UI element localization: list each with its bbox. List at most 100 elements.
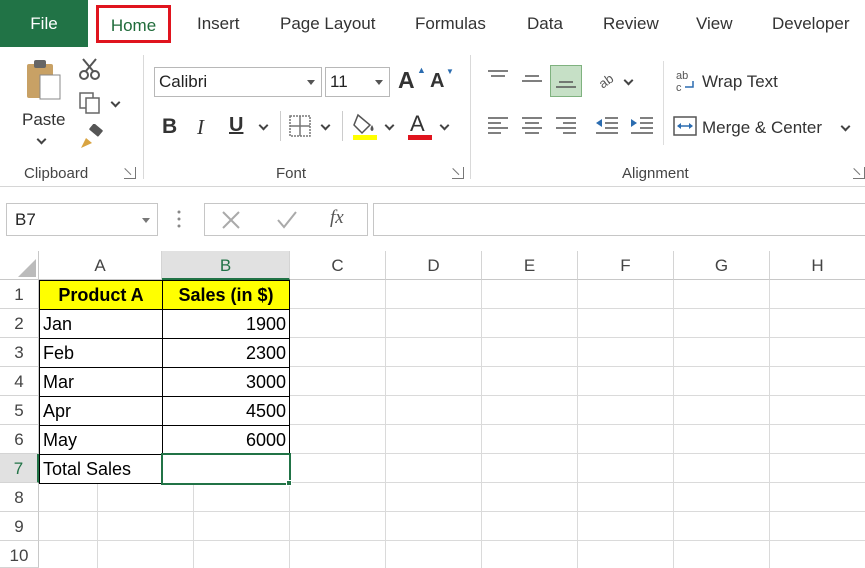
- tab-view[interactable]: View: [696, 0, 733, 47]
- bold-button[interactable]: B: [162, 115, 177, 139]
- wrap-text-icon[interactable]: ab c: [675, 69, 697, 94]
- underline-button[interactable]: U: [229, 114, 243, 137]
- tab-insert[interactable]: Insert: [197, 0, 240, 47]
- cell-b5[interactable]: 4500: [162, 396, 290, 426]
- font-size-combo[interactable]: 11: [325, 67, 390, 97]
- column-header-f[interactable]: F: [578, 251, 674, 280]
- row-header-4[interactable]: 4: [0, 367, 39, 396]
- chevron-down-icon: [142, 218, 150, 223]
- font-color-dropdown-icon[interactable]: [439, 120, 450, 131]
- tab-page-layout[interactable]: Page Layout: [280, 0, 375, 47]
- grip-icon[interactable]: [177, 208, 181, 230]
- cut-icon[interactable]: [78, 57, 102, 81]
- row-header-7[interactable]: 7: [0, 454, 39, 483]
- divider: [663, 61, 664, 145]
- copy-icon[interactable]: [78, 91, 102, 115]
- row-header-2[interactable]: 2: [0, 309, 39, 338]
- alignment-launcher-icon[interactable]: [853, 167, 865, 179]
- tab-review[interactable]: Review: [603, 0, 659, 47]
- cell-b6[interactable]: 6000: [162, 425, 290, 455]
- cell-a4[interactable]: Mar: [39, 367, 163, 397]
- copy-dropdown-icon[interactable]: [110, 97, 121, 108]
- column-header-e[interactable]: E: [482, 251, 578, 280]
- row-header-1[interactable]: 1: [0, 280, 39, 309]
- format-painter-icon[interactable]: [78, 123, 104, 150]
- merge-center-button[interactable]: Merge & Center: [702, 118, 822, 138]
- paste-dropdown-icon[interactable]: [36, 134, 47, 145]
- bottom-align-icon[interactable]: [550, 65, 582, 97]
- cancel-icon[interactable]: [221, 210, 241, 230]
- chevron-down-icon: [307, 80, 315, 85]
- row-header-5[interactable]: 5: [0, 396, 39, 425]
- font-name-combo[interactable]: Calibri: [154, 67, 322, 97]
- align-right-icon[interactable]: [555, 115, 577, 137]
- merge-center-dropdown-icon[interactable]: [840, 121, 851, 132]
- column-header-c[interactable]: C: [290, 251, 386, 280]
- divider: [342, 111, 343, 141]
- group-separator: [470, 55, 471, 179]
- shrink-font-icon[interactable]: A: [430, 70, 444, 93]
- name-box-value: B7: [15, 210, 36, 229]
- grow-font-icon[interactable]: A: [398, 67, 415, 94]
- enter-icon[interactable]: [276, 210, 298, 230]
- alignment-group-label: Alignment: [622, 165, 689, 182]
- cell-a3[interactable]: Feb: [39, 338, 163, 368]
- cell-a1[interactable]: Product A: [39, 280, 163, 310]
- row-header-3[interactable]: 3: [0, 338, 39, 367]
- increase-indent-icon[interactable]: [630, 115, 654, 137]
- fill-color-dropdown-icon[interactable]: [384, 120, 395, 131]
- italic-button[interactable]: I: [197, 115, 204, 140]
- font-color-icon[interactable]: A: [410, 111, 425, 137]
- wrap-text-button[interactable]: Wrap Text: [702, 72, 778, 92]
- paste-label[interactable]: Paste: [22, 110, 65, 130]
- row-header-10[interactable]: 10: [0, 541, 39, 568]
- paste-icon[interactable]: [24, 57, 64, 103]
- row-header-6[interactable]: 6: [0, 425, 39, 454]
- cell-b2[interactable]: 1900: [162, 309, 290, 339]
- svg-text:ab: ab: [676, 70, 688, 82]
- cell-b1[interactable]: Sales (in $): [162, 280, 290, 310]
- orientation-dropdown-icon[interactable]: [623, 75, 634, 86]
- decrease-indent-icon[interactable]: [595, 115, 619, 137]
- tab-developer[interactable]: Developer: [772, 0, 850, 47]
- name-box[interactable]: B7: [6, 203, 158, 236]
- cell-a5[interactable]: Apr: [39, 396, 163, 426]
- underline-dropdown-icon[interactable]: [258, 120, 269, 131]
- top-align-icon[interactable]: [487, 69, 509, 83]
- group-separator: [143, 55, 144, 179]
- orientation-icon[interactable]: ab: [596, 69, 622, 92]
- select-all-corner[interactable]: [0, 251, 39, 280]
- cell-b4[interactable]: 3000: [162, 367, 290, 397]
- cell-b3[interactable]: 2300: [162, 338, 290, 368]
- fill-color-icon[interactable]: [352, 111, 378, 141]
- svg-text:ab: ab: [598, 71, 616, 89]
- shrink-arrow-icon: ▼: [446, 67, 454, 76]
- tab-home[interactable]: Home: [96, 5, 171, 43]
- column-header-d[interactable]: D: [386, 251, 482, 280]
- fill-handle[interactable]: [286, 480, 292, 486]
- cell-a7[interactable]: Total Sales: [39, 454, 163, 484]
- align-left-icon[interactable]: [487, 115, 509, 137]
- formula-input[interactable]: [373, 203, 865, 236]
- cell-a6[interactable]: May: [39, 425, 163, 455]
- tab-formulas[interactable]: Formulas: [415, 0, 486, 47]
- align-center-icon[interactable]: [521, 115, 543, 137]
- row-header-9[interactable]: 9: [0, 512, 39, 541]
- column-header-a[interactable]: A: [39, 251, 162, 280]
- tab-file[interactable]: File: [0, 0, 88, 47]
- column-header-h[interactable]: H: [770, 251, 865, 280]
- borders-icon[interactable]: [289, 115, 311, 137]
- merge-center-icon[interactable]: [673, 115, 697, 137]
- active-cell-border: [161, 453, 291, 485]
- column-header-b[interactable]: B: [162, 251, 290, 280]
- svg-text:c: c: [676, 82, 682, 93]
- tab-data[interactable]: Data: [527, 0, 563, 47]
- insert-function-icon[interactable]: fx: [330, 207, 344, 229]
- borders-dropdown-icon[interactable]: [320, 120, 331, 131]
- column-header-g[interactable]: G: [674, 251, 770, 280]
- middle-align-icon[interactable]: [521, 69, 543, 89]
- font-launcher-icon[interactable]: [452, 167, 464, 179]
- clipboard-launcher-icon[interactable]: [124, 167, 136, 179]
- cell-a2[interactable]: Jan: [39, 309, 163, 339]
- row-header-8[interactable]: 8: [0, 483, 39, 512]
